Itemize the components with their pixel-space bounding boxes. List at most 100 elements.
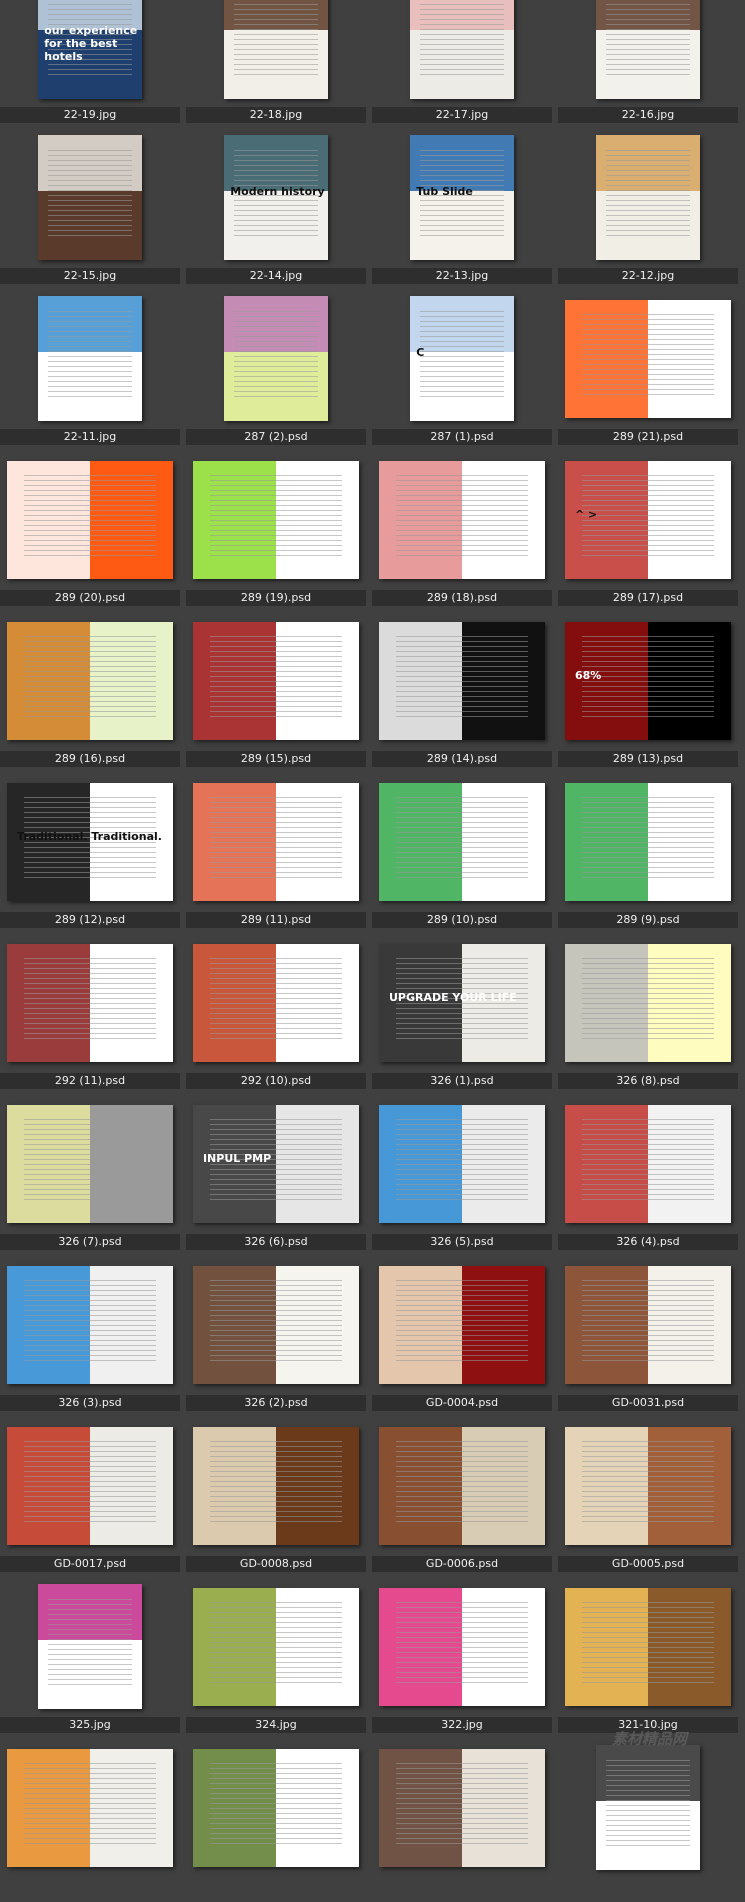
thumbnail-item[interactable]: 22-11.jpg [0, 292, 186, 453]
thumbnail-frame[interactable] [186, 614, 366, 747]
thumbnail-frame[interactable] [186, 1741, 366, 1874]
thumbnail-frame[interactable] [186, 453, 366, 586]
thumbnail-item[interactable]: ^ > 289 (17).psd [558, 453, 744, 614]
thumbnail-image[interactable] [7, 1265, 173, 1384]
thumbnail-image[interactable] [379, 1104, 545, 1223]
thumbnail-frame[interactable] [0, 1419, 180, 1552]
thumbnail-image[interactable] [193, 1426, 359, 1545]
thumbnail-image[interactable] [193, 621, 359, 740]
thumbnail-item[interactable]: 289 (15).psd [186, 614, 372, 775]
thumbnail-item[interactable]: GD-0017.psd [0, 1419, 186, 1580]
thumbnail-frame[interactable] [558, 1419, 738, 1552]
thumbnail-image[interactable] [7, 1426, 173, 1545]
thumbnail-item[interactable]: 68% 289 (13).psd [558, 614, 744, 775]
thumbnail-frame[interactable] [372, 1097, 552, 1230]
thumbnail-item[interactable]: UPGRADE YOUR LIFE 326 (1).psd [372, 936, 558, 1097]
thumbnail-frame[interactable] [558, 131, 738, 264]
thumbnail-image[interactable]: 68% [565, 621, 731, 740]
thumbnail-item[interactable]: 289 (20).psd [0, 453, 186, 614]
thumbnail-frame[interactable]: ^ > [558, 453, 738, 586]
thumbnail-image[interactable]: C [410, 296, 514, 421]
thumbnail-item[interactable]: 325.jpg [0, 1580, 186, 1741]
thumbnail-image[interactable] [7, 1748, 173, 1867]
thumbnail-item[interactable]: Tub Slide 22-13.jpg [372, 131, 558, 292]
thumbnail-frame[interactable] [0, 131, 180, 264]
thumbnail-item[interactable]: 326 (5).psd [372, 1097, 558, 1258]
thumbnail-frame[interactable] [186, 936, 366, 1069]
thumbnail-image[interactable] [7, 621, 173, 740]
thumbnail-frame[interactable] [186, 0, 366, 103]
thumbnail-frame[interactable] [186, 1419, 366, 1552]
thumbnail-frame[interactable] [558, 1741, 738, 1874]
thumbnail-frame[interactable]: UPGRADE YOUR LIFE [372, 936, 552, 1069]
thumbnail-frame[interactable] [0, 292, 180, 425]
thumbnail-frame[interactable]: Modern history [186, 131, 366, 264]
thumbnail-image[interactable]: Tub Slide [410, 135, 514, 260]
thumbnail-image[interactable] [565, 1265, 731, 1384]
thumbnail-frame[interactable] [372, 1580, 552, 1713]
thumbnail-item[interactable]: 289 (11).psd [186, 775, 372, 936]
thumbnail-frame[interactable] [0, 1097, 180, 1230]
thumbnail-frame[interactable] [0, 936, 180, 1069]
thumbnail-item[interactable]: 289 (19).psd [186, 453, 372, 614]
thumbnail-frame[interactable] [372, 614, 552, 747]
thumbnail-image[interactable] [193, 943, 359, 1062]
thumbnail-image[interactable] [379, 1265, 545, 1384]
thumbnail-item[interactable]: GD-0004.psd [372, 1258, 558, 1419]
thumbnail-image[interactable] [224, 0, 328, 99]
thumbnail-image[interactable] [379, 621, 545, 740]
thumbnail-image[interactable] [379, 782, 545, 901]
thumbnail-item[interactable]: 289 (9).psd [558, 775, 744, 936]
thumbnail-item[interactable]: Modern history 22-14.jpg [186, 131, 372, 292]
thumbnail-image[interactable] [193, 1587, 359, 1706]
thumbnail-frame[interactable] [558, 292, 738, 425]
thumbnail-image[interactable] [379, 1748, 545, 1867]
thumbnail-frame[interactable]: Traditional. Traditional. [0, 775, 180, 908]
thumbnail-item[interactable]: 322.jpg [372, 1580, 558, 1741]
thumbnail-image[interactable]: Traditional. Traditional. [7, 782, 173, 901]
thumbnail-item[interactable]: 289 (18).psd [372, 453, 558, 614]
thumbnail-image[interactable] [38, 296, 142, 421]
thumbnail-item[interactable] [186, 1741, 372, 1902]
thumbnail-image[interactable]: INPUL PMP [193, 1104, 359, 1223]
thumbnail-item[interactable]: 289 (16).psd [0, 614, 186, 775]
thumbnail-item[interactable]: Traditional. Traditional. 289 (12).psd [0, 775, 186, 936]
thumbnail-frame[interactable] [186, 1580, 366, 1713]
thumbnail-frame[interactable] [372, 1258, 552, 1391]
thumbnail-frame[interactable]: our experience for the best hotels [0, 0, 180, 103]
thumbnail-image[interactable] [565, 943, 731, 1062]
thumbnail-frame[interactable] [0, 1580, 180, 1713]
thumbnail-frame[interactable] [372, 453, 552, 586]
thumbnail-frame[interactable] [186, 1258, 366, 1391]
thumbnail-item[interactable]: 22-16.jpg [558, 0, 744, 131]
thumbnail-image[interactable] [596, 0, 700, 99]
thumbnail-image[interactable] [193, 1748, 359, 1867]
thumbnail-frame[interactable] [186, 292, 366, 425]
thumbnail-frame[interactable] [558, 1097, 738, 1230]
thumbnail-frame[interactable] [186, 775, 366, 908]
thumbnail-frame[interactable] [372, 1741, 552, 1874]
thumbnail-item[interactable] [558, 1741, 744, 1902]
thumbnail-item[interactable]: INPUL PMP 326 (6).psd [186, 1097, 372, 1258]
thumbnail-item[interactable]: 22-18.jpg [186, 0, 372, 131]
thumbnail-frame[interactable]: Tub Slide [372, 131, 552, 264]
thumbnail-image[interactable] [596, 1745, 700, 1870]
thumbnail-item[interactable]: 22-17.jpg [372, 0, 558, 131]
thumbnail-image[interactable] [565, 782, 731, 901]
thumbnail-frame[interactable] [0, 1741, 180, 1874]
thumbnail-image[interactable] [7, 1104, 173, 1223]
thumbnail-image[interactable] [379, 1587, 545, 1706]
thumbnail-item[interactable]: GD-0008.psd [186, 1419, 372, 1580]
thumbnail-item[interactable]: 292 (11).psd [0, 936, 186, 1097]
thumbnail-image[interactable] [38, 1584, 142, 1709]
thumbnail-item[interactable]: 326 (4).psd [558, 1097, 744, 1258]
thumbnail-item[interactable]: 22-15.jpg [0, 131, 186, 292]
thumbnail-image[interactable] [596, 135, 700, 260]
thumbnail-frame[interactable] [372, 0, 552, 103]
thumbnail-item[interactable]: 22-12.jpg [558, 131, 744, 292]
thumbnail-image[interactable] [193, 782, 359, 901]
thumbnail-item[interactable]: 321-10.jpg [558, 1580, 744, 1741]
thumbnail-image[interactable] [193, 460, 359, 579]
thumbnail-image[interactable] [410, 0, 514, 99]
thumbnail-item[interactable]: GD-0006.psd [372, 1419, 558, 1580]
